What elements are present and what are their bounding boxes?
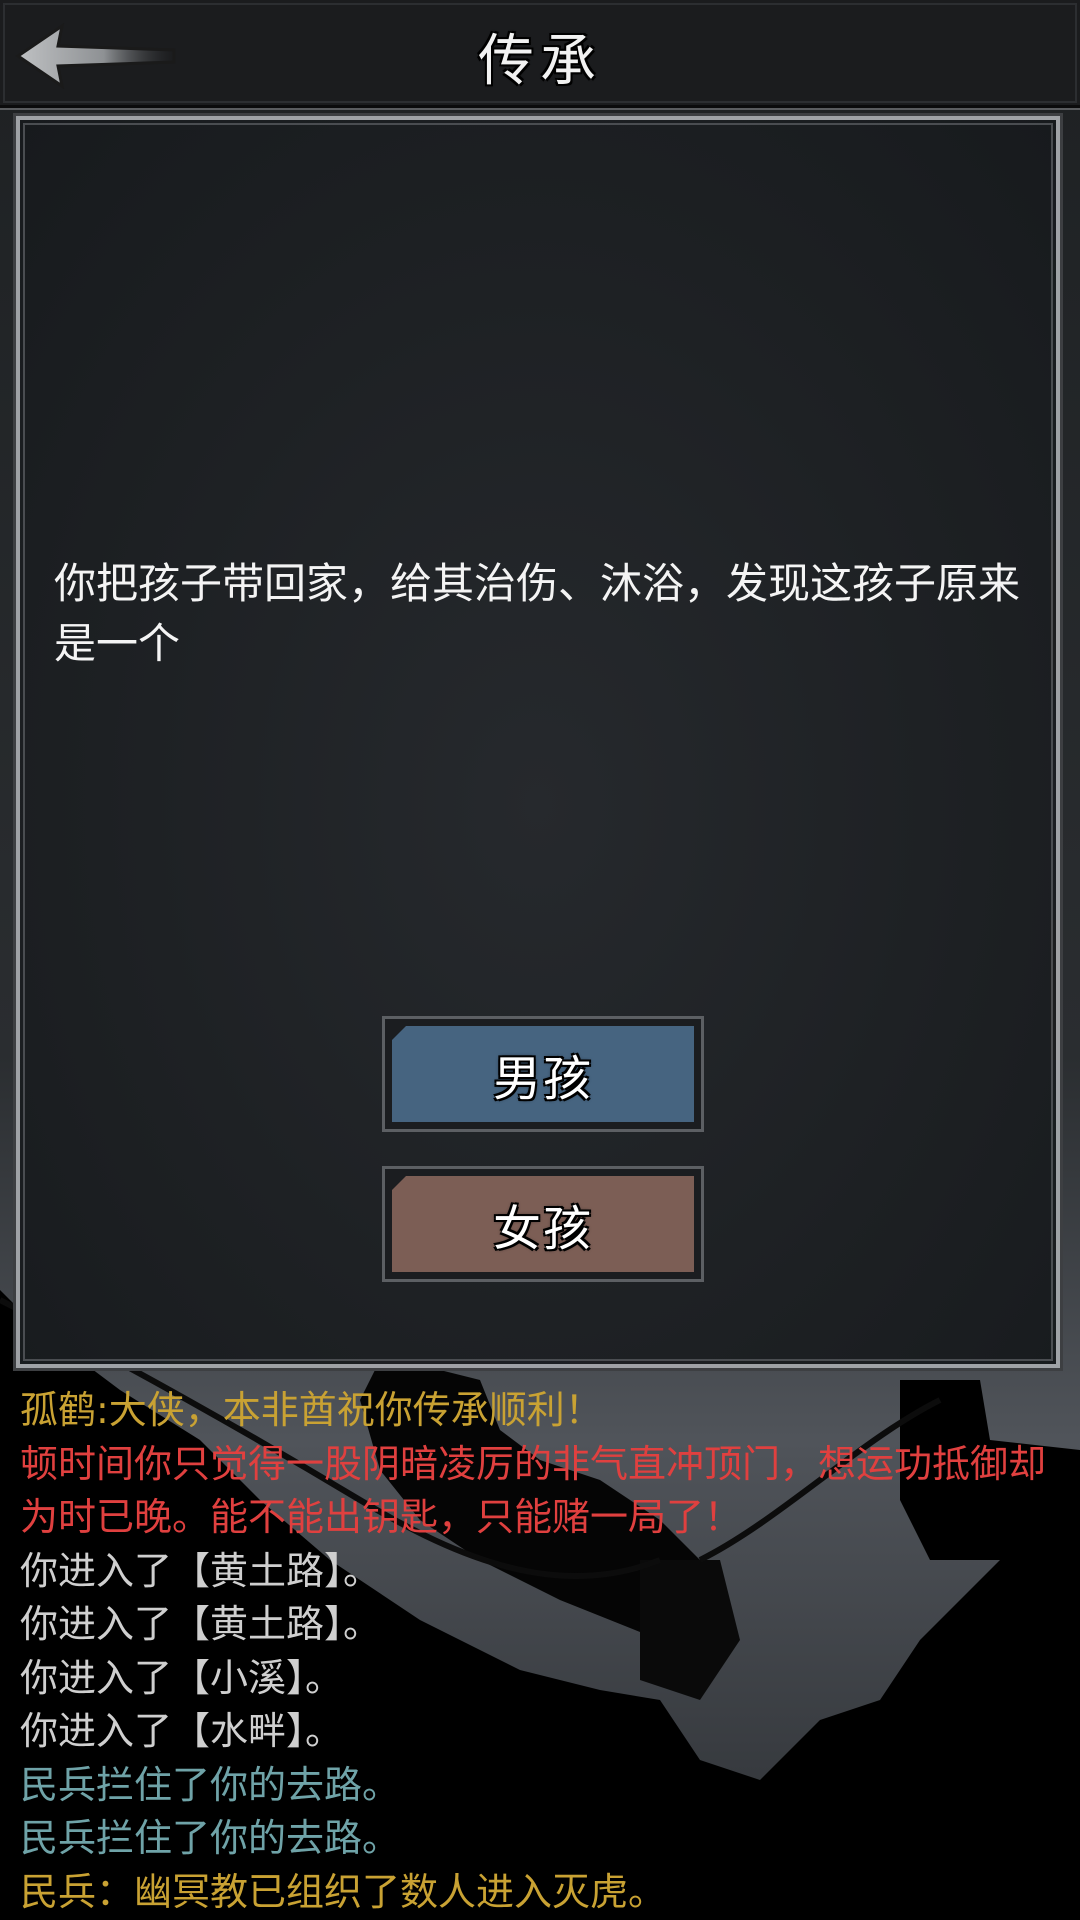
top-bar: 传承 xyxy=(0,0,1080,110)
log-line: 顿时间你只觉得一股阴暗凌厉的非气直冲顶门，想运功抵御却为时已晚。能不能出钥匙，只… xyxy=(20,1441,1047,1540)
choice-girl-label: 女孩 xyxy=(492,1201,593,1257)
log-line: 你进入了【黄土路】。 xyxy=(20,1602,382,1646)
log-line: 你进入了【黄土路】。 xyxy=(20,1548,382,1593)
log-line: 民兵：幽冥教已组织了数人进入灭虎。 xyxy=(20,1869,667,1914)
page-title: 传承 xyxy=(478,29,602,94)
choice-boy-button[interactable]: 男孩 xyxy=(382,1016,704,1132)
log-line: 民兵拦住了你的去路。 xyxy=(20,1762,401,1807)
log-line: 你进入了【水畔】。 xyxy=(20,1709,344,1753)
choice-girl-button[interactable]: 女孩 xyxy=(382,1166,704,1282)
log-line: 孤鹤:大侠，本非酋祝你传承顺利！ xyxy=(20,1388,603,1432)
log-line: 民兵拦住了你的去路。 xyxy=(20,1816,401,1860)
dialog-panel: 你把孩子带回家，给其治伤、沐浴，发现这孩子原来是一个 男孩 女孩 xyxy=(13,113,1063,1371)
choice-boy-label: 男孩 xyxy=(492,1051,593,1107)
log-line: 你进入了【小溪】。 xyxy=(20,1655,344,1700)
message-log: 孤鹤:大侠，本非酋祝你传承顺利！ 顿时间你只觉得一股阴暗凌厉的非气直冲顶门，想运… xyxy=(20,1384,1070,1919)
story-text: 你把孩子带回家，给其治伤、沐浴，发现这孩子原来是一个 xyxy=(54,559,1021,668)
